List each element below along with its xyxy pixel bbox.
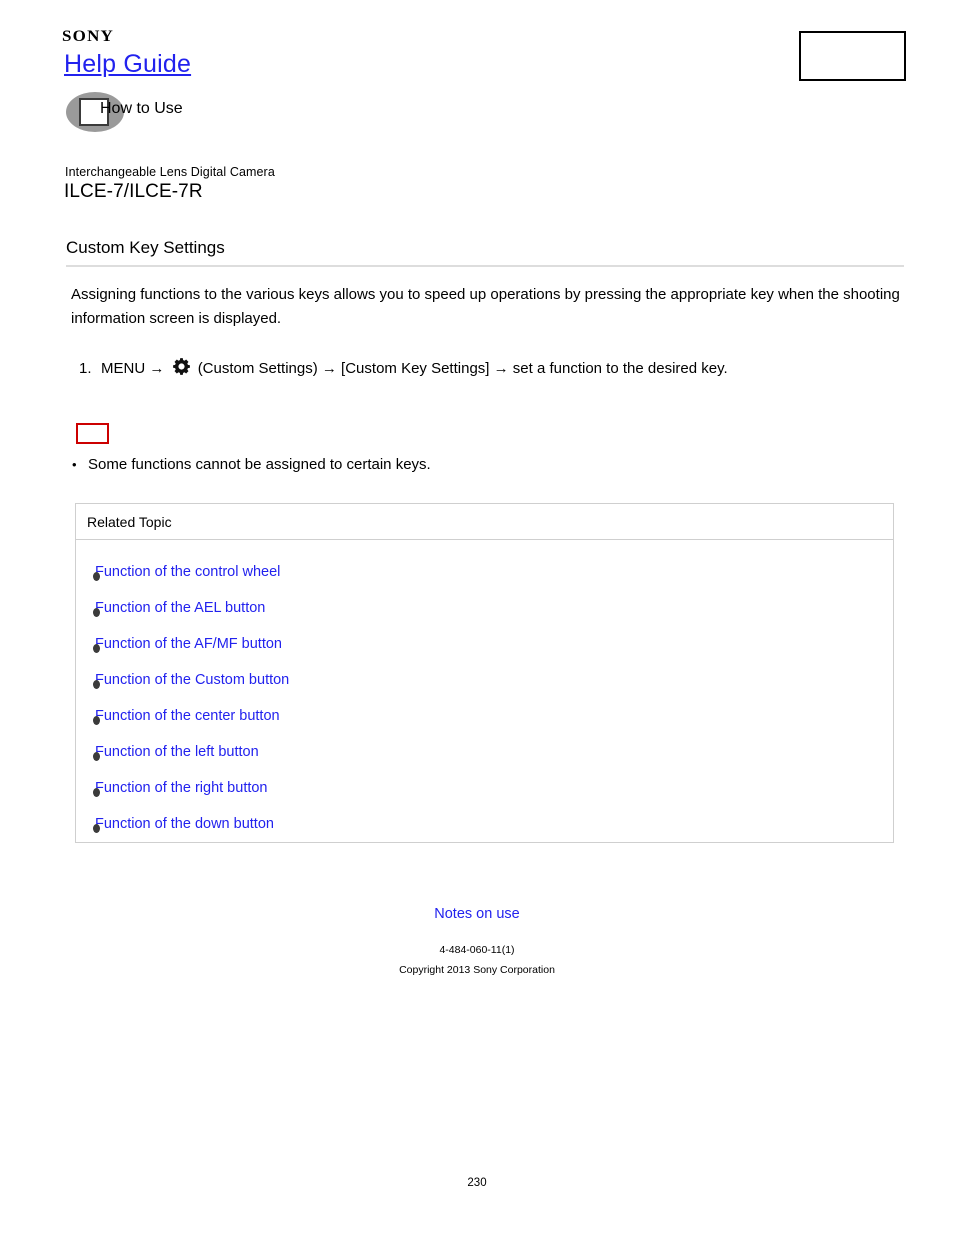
page-title: Custom Key Settings [66,238,225,257]
step-text-before: MENU → [101,360,165,377]
related-link[interactable]: Function of the AEL button [95,600,265,616]
related-link[interactable]: Function of the left button [95,744,259,760]
related-topic-header-label: Related Topic [87,513,172,530]
list-item[interactable]: Function of the control wheel [76,554,893,590]
link-bullet-icon [93,644,100,653]
notes-on-use-link[interactable]: Notes on use [0,906,954,922]
step-item: 1. MENU → (Custom Settings) → [Custom Ke… [79,357,879,383]
related-link[interactable]: Function of the down button [95,816,274,832]
link-bullet-icon [93,824,100,833]
page-number: 230 [467,1177,487,1189]
related-topic-header: Related Topic [76,504,893,540]
header-placeholder-box[interactable] [799,31,906,81]
list-item[interactable]: Function of the Custom button [76,662,893,698]
product-category: Interchangeable Lens Digital Camera [65,165,275,179]
link-bullet-icon [93,716,100,725]
intro-paragraph: Assigning functions to the various keys … [71,286,900,327]
link-bullet-icon [93,788,100,797]
procedure-steps: 1. MENU → (Custom Settings) → [Custom Ke… [79,357,879,383]
list-item[interactable]: Function of the left button [76,734,893,770]
how-to-use-label: How to Use [100,100,183,117]
link-bullet-icon [93,608,100,617]
link-bullet-icon [93,680,100,689]
title-divider [66,265,904,267]
related-link[interactable]: Function of the center button [95,708,280,724]
note-text: Some functions cannot be assigned to cer… [88,456,431,473]
document-number: 4-484-060-11(1) [439,944,515,956]
link-bullet-icon [93,752,100,761]
copyright-text: Copyright 2013 Sony Corporation [399,964,555,976]
list-item[interactable]: Function of the AEL button [76,590,893,626]
note-heading-box [76,423,109,444]
related-topic-panel: Related Topic Function of the control wh… [75,503,894,843]
gear-icon [172,357,191,383]
related-link[interactable]: Function of the right button [95,780,268,796]
related-topic-list: Function of the control wheel Function o… [76,540,893,842]
help-guide-title[interactable]: Help Guide [64,50,191,79]
sony-logo: SONY [62,27,115,45]
step-number: 1. [79,360,92,377]
bullet-marker: • [72,457,77,472]
list-item[interactable]: Function of the right button [76,770,893,806]
list-item[interactable]: Function of the AF/MF button [76,626,893,662]
related-link[interactable]: Function of the Custom button [95,672,289,688]
step-text: MENU → (Custom Settings) → [Custom Key S… [101,357,728,383]
list-item[interactable]: Function of the down button [76,806,893,842]
list-item[interactable]: Function of the center button [76,698,893,734]
how-to-use-button[interactable]: How to Use [64,92,484,134]
related-link[interactable]: Function of the control wheel [95,564,280,580]
note-bullet-item: • Some functions cannot be assigned to c… [72,455,772,475]
product-model: ILCE-7/ILCE-7R [64,181,203,202]
link-bullet-icon [93,572,100,581]
related-link[interactable]: Function of the AF/MF button [95,636,282,652]
step-text-after: (Custom Settings) → [Custom Key Settings… [197,360,728,377]
